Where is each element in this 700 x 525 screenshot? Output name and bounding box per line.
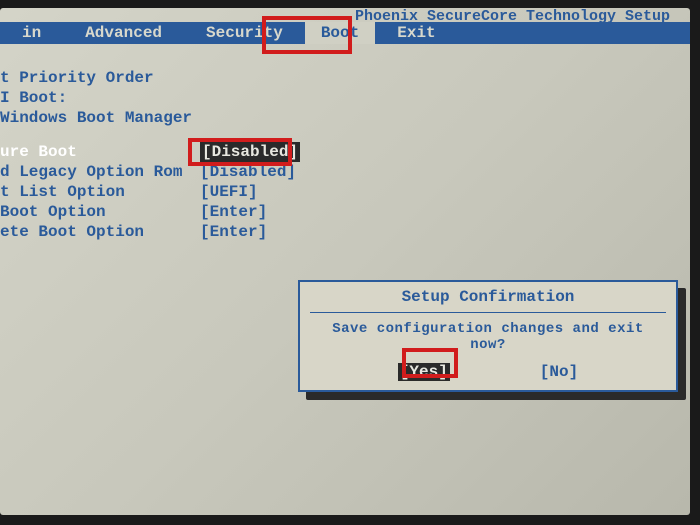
option-delete-boot[interactable]: ete Boot Option [Enter] <box>0 222 690 242</box>
bios-screen: Phoenix SecureCore Technology Setup in A… <box>0 8 690 515</box>
option-value: [Disabled] <box>200 162 296 182</box>
option-value: [Enter] <box>200 202 267 222</box>
menu-item-main[interactable]: in <box>0 22 63 44</box>
option-label: ete Boot Option <box>0 222 200 242</box>
menu-item-security[interactable]: Security <box>184 22 305 44</box>
option-list-option[interactable]: t List Option [UEFI] <box>0 182 690 202</box>
confirmation-dialog: Setup Confirmation Save configuration ch… <box>298 280 678 392</box>
dialog-title: Setup Confirmation <box>310 288 666 310</box>
option-label: ure Boot <box>0 142 200 162</box>
line-windows-boot-manager: Windows Boot Manager <box>0 108 200 128</box>
option-value: [Disabled] <box>200 142 300 162</box>
menu-item-exit[interactable]: Exit <box>375 22 457 44</box>
option-label: Boot Option <box>0 202 200 222</box>
menu-item-boot[interactable]: Boot <box>305 22 375 44</box>
line-priority-order: t Priority Order <box>0 68 200 88</box>
option-value: [Enter] <box>200 222 267 242</box>
option-value: [UEFI] <box>200 182 258 202</box>
option-secure-boot[interactable]: ure Boot [Disabled] <box>0 142 690 162</box>
menu-bar: in Advanced Security Boot Exit <box>0 22 690 44</box>
dialog-no-button[interactable]: [No] <box>540 363 578 381</box>
menu-item-advanced[interactable]: Advanced <box>63 22 184 44</box>
boot-page-content: t Priority Order I Boot: Windows Boot Ma… <box>0 68 690 242</box>
option-label: d Legacy Option Rom <box>0 162 200 182</box>
option-label: t List Option <box>0 182 200 202</box>
line-boot: I Boot: <box>0 88 200 108</box>
option-add-boot[interactable]: Boot Option [Enter] <box>0 202 690 222</box>
option-legacy-rom[interactable]: d Legacy Option Rom [Disabled] <box>0 162 690 182</box>
dialog-message: Save configuration changes and exit now? <box>310 319 666 363</box>
dialog-yes-button[interactable]: [Yes] <box>398 363 450 381</box>
dialog-divider <box>310 312 666 313</box>
